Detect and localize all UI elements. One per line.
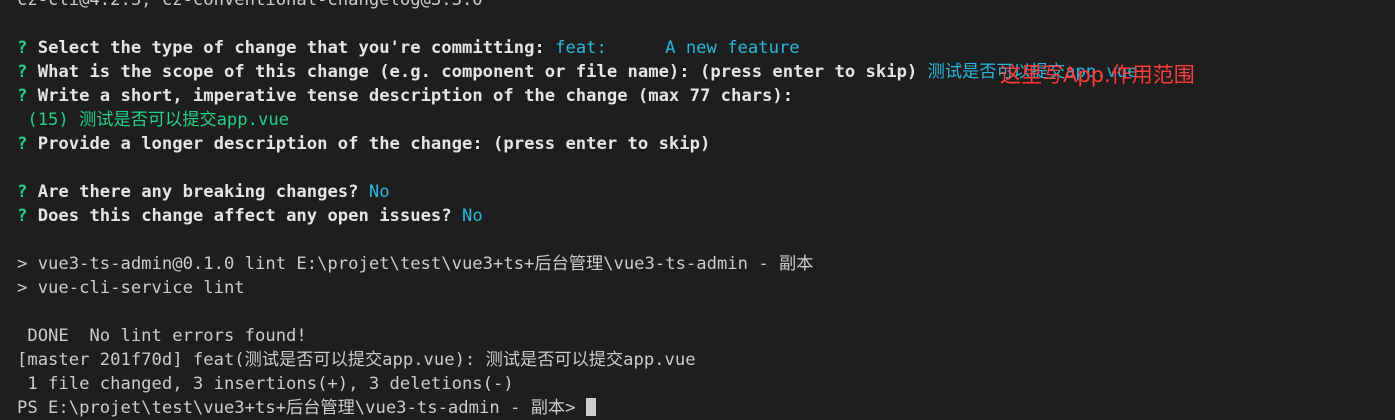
lint-result-line: DONE No lint errors found! bbox=[17, 326, 307, 346]
commit-stats-line: 1 file changed, 3 insertions(+), 3 delet… bbox=[17, 374, 514, 394]
answer-type-desc: A new feature bbox=[665, 38, 800, 58]
question-body: ? Provide a longer description of the ch… bbox=[17, 132, 1395, 156]
question-type: ? Select the type of change that you're … bbox=[17, 36, 1395, 60]
question-body-prompt: Provide a longer description of the chan… bbox=[37, 134, 711, 154]
question-mark-icon: ? bbox=[17, 206, 28, 226]
question-issues: ? Does this change affect any open issue… bbox=[17, 204, 1395, 228]
question-type-prompt: Select the type of change that you're co… bbox=[37, 38, 545, 58]
lint-command-line: > vue-cli-service lint bbox=[17, 278, 245, 298]
prompt-path: PS E:\projet\test\vue3+ts+后台管理\vue3-ts-a… bbox=[17, 398, 586, 418]
question-breaking-prompt: Are there any breaking changes? bbox=[37, 182, 359, 202]
question-scope-prompt: What is the scope of this change (e.g. c… bbox=[37, 62, 918, 82]
question-subject-prompt: Write a short, imperative tense descript… bbox=[37, 86, 794, 106]
answer-breaking: No bbox=[368, 182, 390, 202]
answer-subject: (15) 测试是否可以提交app.vue bbox=[17, 110, 290, 130]
powershell-prompt[interactable]: PS E:\projet\test\vue3+ts+后台管理\vue3-ts-a… bbox=[17, 396, 1395, 420]
answer-type: feat: bbox=[555, 38, 607, 58]
answer-issues: No bbox=[462, 206, 483, 226]
question-mark-icon: ? bbox=[17, 62, 28, 82]
question-mark-icon: ? bbox=[17, 86, 28, 106]
question-mark-icon: ? bbox=[17, 134, 28, 154]
npm-run-line: > vue3-ts-admin@0.1.0 lint E:\projet\tes… bbox=[17, 254, 814, 274]
version-line: cz-cli@4.2.3, cz-conventional-changelog@… bbox=[17, 0, 483, 10]
red-annotation: 这里写App.作用范围 bbox=[1000, 63, 1195, 87]
commit-result-line: [master 201f70d] feat(测试是否可以提交app.vue): … bbox=[17, 350, 696, 370]
question-breaking: ? Are there any breaking changes? No bbox=[17, 180, 1395, 204]
cursor-icon bbox=[585, 398, 596, 416]
question-issues-prompt: Does this change affect any open issues? bbox=[37, 206, 452, 226]
question-mark-icon: ? bbox=[17, 38, 28, 58]
question-mark-icon: ? bbox=[17, 182, 28, 202]
